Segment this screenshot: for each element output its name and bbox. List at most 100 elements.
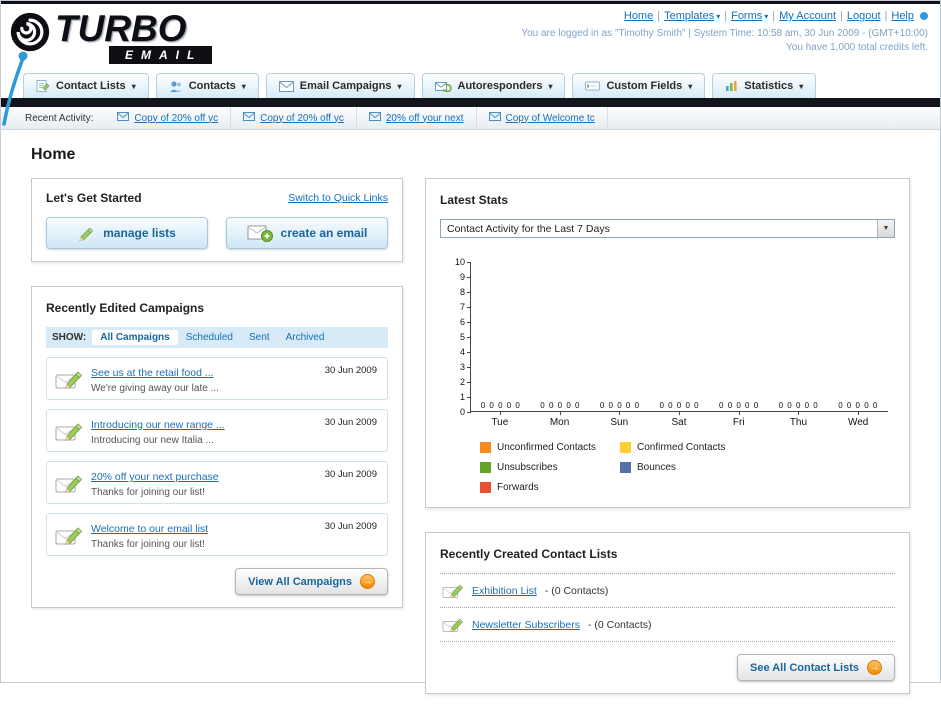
separator: | — [772, 10, 776, 22]
top-link-home[interactable]: Home — [624, 10, 653, 22]
zero-labels-group: 0 0 0 0 0 — [659, 401, 700, 410]
recent-activity-items: Copy of 20% off yc Copy of 20% off yc 20% … — [105, 107, 608, 129]
chart-legend: Unconfirmed Contacts Confirmed Contacts Un… — [480, 442, 895, 493]
left-column: Let's Get Started Switch to Quick Links … — [31, 178, 403, 632]
arrow-right-icon: → — [867, 660, 882, 675]
nav-tab-contact-lists[interactable]: Contact Lists ▾ — [23, 73, 149, 98]
right-column: Latest Stats Contact Activity for the La… — [425, 178, 910, 718]
y-axis-label: 6 — [459, 317, 465, 327]
see-all-contact-lists-button[interactable]: See All Contact Lists → — [736, 654, 895, 681]
nav-tab-statistics[interactable]: Statistics ▾ — [712, 73, 817, 98]
contact-list-items: Exhibition List - (0 Contacts) Newsletter … — [440, 573, 895, 642]
chevron-down-icon: ▾ — [397, 81, 402, 91]
y-axis-label: 3 — [459, 362, 465, 372]
top-link-logout[interactable]: Logout — [847, 10, 881, 22]
campaign-date: 30 Jun 2009 — [324, 521, 377, 532]
envelope-pencil-icon — [55, 420, 83, 442]
top-link-my-account[interactable]: My Account — [779, 10, 836, 22]
campaign-title-link[interactable]: Welcome to our email list — [91, 523, 208, 535]
filter-scheduled[interactable]: Scheduled — [178, 330, 241, 345]
top-link-help[interactable]: Help — [891, 10, 914, 22]
recent-activity-item[interactable]: Copy of 20% off yc — [105, 107, 232, 129]
nav-tab-contacts[interactable]: Contacts ▾ — [155, 73, 259, 98]
y-axis-label: 8 — [459, 287, 465, 297]
logo-subtext: EMAIL — [109, 46, 213, 64]
contact-list-count: - (0 Contacts) — [587, 618, 652, 631]
create-email-label: create an email — [280, 226, 368, 240]
chevron-down-icon: ▾ — [241, 81, 246, 91]
top-link-templates[interactable]: Templates ▾ — [664, 10, 720, 22]
campaign-title-link[interactable]: See us at the retail food ... — [91, 367, 214, 379]
chevron-down-icon: ▾ — [764, 12, 769, 21]
y-axis-tick — [467, 396, 471, 398]
recent-activity-item[interactable]: Copy of Welcome tc — [477, 107, 608, 129]
envelope-pencil-icon — [55, 524, 83, 546]
y-axis-tick — [467, 366, 471, 368]
y-axis-tick — [467, 306, 471, 308]
manage-lists-button[interactable]: manage lists — [46, 217, 208, 249]
nav-tab-autoresponders[interactable]: Autoresponders ▾ — [421, 73, 566, 98]
filter-all-campaigns[interactable]: All Campaigns — [92, 330, 178, 345]
logo-text: TURBO — [55, 8, 187, 49]
recent-activity-bar: Recent Activity: Copy of 20% off yc Copy … — [1, 107, 940, 130]
show-label: SHOW: — [52, 332, 87, 343]
pencil-icon — [78, 225, 95, 242]
campaign-date: 30 Jun 2009 — [324, 417, 377, 428]
filter-archived[interactable]: Archived — [278, 330, 333, 345]
zero-labels-row: 0 0 0 0 0 0 0 0 0 0 0 0 0 0 0 0 0 0 0 0 0 0 … — [471, 401, 888, 410]
separator: | — [657, 10, 661, 22]
legend-swatch — [620, 462, 631, 473]
x-axis: Tue Mon Sun Sat Fri Thu Wed — [470, 412, 888, 428]
legend-item: Unconfirmed Contacts — [480, 442, 620, 453]
legend-item: Confirmed Contacts — [620, 442, 760, 453]
stats-period-select[interactable]: Contact Activity for the Last 7 Days ▼ — [440, 219, 895, 238]
recent-activity-item[interactable]: Copy of 20% off yc — [231, 107, 357, 129]
zero-labels-group: 0 0 0 0 0 — [480, 401, 521, 410]
campaign-title-link[interactable]: Introducing our new range ... — [91, 419, 225, 431]
get-started-panel: Let's Get Started Switch to Quick Links … — [31, 178, 403, 262]
contacts-icon — [169, 80, 183, 93]
recent-activity-item[interactable]: 20% off your next — [357, 107, 477, 129]
campaign-subtitle: Introducing our new Italia ... — [91, 435, 214, 446]
recent-activity-title: Recent Activity: — [25, 112, 94, 124]
filter-sent[interactable]: Sent — [241, 330, 278, 345]
nav-tab-email-campaigns[interactable]: Email Campaigns ▾ — [265, 73, 415, 98]
manage-lists-label: manage lists — [103, 226, 176, 240]
contact-list-link[interactable]: Newsletter Subscribers — [472, 619, 580, 631]
view-all-campaigns-button[interactable]: View All Campaigns → — [235, 568, 388, 595]
zero-labels-group: 0 0 0 0 0 — [599, 401, 641, 410]
contact-list-link[interactable]: Exhibition List — [472, 585, 537, 597]
campaign-date: 30 Jun 2009 — [324, 365, 377, 376]
y-axis-label: 9 — [459, 272, 465, 282]
nav-tab-label: Contacts — [188, 80, 236, 92]
main-content: Home Let's Get Started Switch to Quick L… — [1, 130, 940, 718]
header-right: Home | Templates ▾ | Forms ▾ | My Account | Logout… — [521, 10, 928, 53]
campaign-subtitle: Thanks for joining our list! — [91, 487, 205, 498]
recent-contact-lists-title: Recently Created Contact Lists — [440, 547, 618, 561]
dropdown-arrow-icon: ▼ — [877, 220, 894, 237]
top-nav: Home | Templates ▾ | Forms ▾ | My Account | Logout… — [521, 10, 928, 22]
campaign-list: See us at the retail food ... We're givin… — [46, 357, 388, 556]
nav-tab-custom-fields[interactable]: Custom Fields ▾ — [572, 73, 706, 98]
legend-item: Unsubscribes — [480, 462, 620, 473]
legend-swatch — [480, 482, 491, 493]
top-link-forms[interactable]: Forms ▾ — [731, 10, 768, 22]
y-axis-tick — [467, 291, 471, 293]
chevron-down-icon: ▾ — [799, 81, 804, 91]
logo-tail-decoration — [2, 51, 28, 126]
campaign-subtitle: We're giving away our late ... — [91, 383, 219, 394]
contact-list-item: Exhibition List - (0 Contacts) — [440, 574, 895, 608]
legend-swatch — [620, 442, 631, 453]
switch-quick-links-link[interactable]: Switch to Quick Links — [288, 192, 388, 204]
page-title: Home — [31, 146, 76, 163]
chevron-down-icon: ▾ — [716, 12, 721, 21]
contact-lists-icon — [36, 79, 50, 93]
zero-labels-group: 0 0 0 0 0 — [838, 401, 879, 410]
create-email-button[interactable]: create an email — [226, 217, 388, 249]
campaign-title-link[interactable]: 20% off your next purchase — [91, 471, 219, 483]
legend-label: Bounces — [637, 462, 676, 473]
view-all-campaigns-label: View All Campaigns — [248, 575, 352, 588]
x-axis-label: Fri — [709, 412, 769, 428]
x-axis-label: Tue — [470, 412, 530, 428]
contact-list-count: - (0 Contacts) — [544, 584, 609, 597]
